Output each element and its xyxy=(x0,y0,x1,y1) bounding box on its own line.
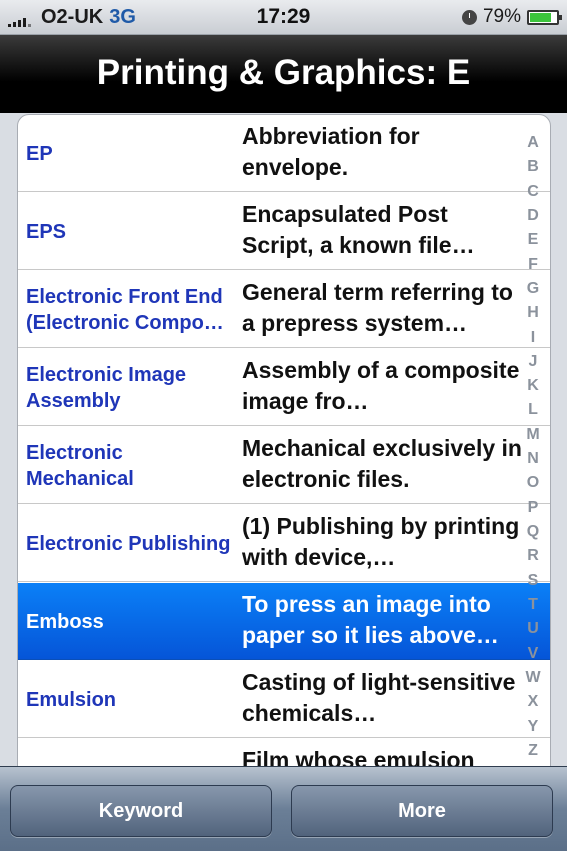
index-letter[interactable]: L xyxy=(528,402,538,418)
table-row[interactable]: EP Abbreviation for envelope. xyxy=(18,115,550,192)
term-label: Emboss xyxy=(26,610,104,633)
index-letter[interactable]: C xyxy=(527,183,539,200)
term-label: EPS xyxy=(26,220,67,243)
index-letter[interactable]: G xyxy=(527,280,539,297)
term-label: Electronic Publishing xyxy=(26,532,231,555)
status-bar: O2-UK 3G 17:29 79% xyxy=(0,0,567,35)
index-letter[interactable]: X xyxy=(528,694,539,710)
term-label: Electronic Mechanical xyxy=(26,441,134,490)
definition-label: To press an image into paper so it lies … xyxy=(242,591,499,648)
carrier-label: O2-UK xyxy=(41,6,104,28)
table-row[interactable]: Electronic Image Assembly Assembly of a c… xyxy=(18,349,550,426)
index-letter[interactable]: Z xyxy=(528,742,538,759)
alarm-icon xyxy=(461,9,477,25)
index-letter[interactable]: Y xyxy=(528,718,539,735)
page-title: Printing & Graphics: E xyxy=(96,53,471,92)
table-row[interactable]: Electronic Publishing (1) Publishing by p… xyxy=(18,505,550,582)
term-label: Electronic Front End (Electronic Compo… xyxy=(26,285,224,334)
table-row[interactable]: Electronic Mechanical Mechanical exclusiv… xyxy=(18,427,550,504)
term-label: Electronic Image Assembly xyxy=(26,363,187,412)
index-letter[interactable]: D xyxy=(527,207,539,224)
table-row[interactable]: EPS Encapsulated Post Script, a known fil… xyxy=(18,193,550,270)
index-letter[interactable]: V xyxy=(528,645,539,662)
index-letter[interactable]: F xyxy=(528,256,538,273)
index-letter[interactable]: O xyxy=(527,475,539,491)
term-label: EP xyxy=(26,142,53,165)
definition-label: Mechanical exclusively in electronic fil… xyxy=(242,435,522,492)
battery-percent: 79% xyxy=(482,6,521,27)
battery-fill xyxy=(530,12,551,22)
index-letter[interactable]: R xyxy=(527,548,539,564)
definition-label: (1) Publishing by printing with device,… xyxy=(242,513,520,570)
index-letter[interactable]: T xyxy=(528,596,538,613)
navigation-bar: Printing & Graphics: E xyxy=(0,35,567,113)
table-row[interactable]: Electronic Front End (Electronic Compo… G… xyxy=(18,271,550,348)
index-letter[interactable]: H xyxy=(527,305,539,321)
index-letter[interactable]: J xyxy=(529,353,538,370)
battery-icon xyxy=(527,9,562,25)
definition-label: Abbreviation for envelope. xyxy=(242,123,420,180)
definition-label: Encapsulated Post Script, a known file… xyxy=(242,201,475,258)
definition-label: General term referring to a prepress sys… xyxy=(242,279,513,336)
index-letter[interactable]: S xyxy=(528,572,539,589)
index-letter[interactable]: A xyxy=(527,135,539,151)
index-letter[interactable]: P xyxy=(528,499,539,516)
index-letter[interactable]: M xyxy=(526,426,539,443)
index-letter[interactable]: Q xyxy=(527,524,539,540)
more-button[interactable]: More xyxy=(291,785,553,837)
table-row[interactable]: Emulsion Film whose emulsion xyxy=(18,739,550,768)
definition-label: Casting of light-sensitive chemicals… xyxy=(242,669,516,726)
index-letter[interactable]: U xyxy=(527,621,539,637)
table-row[interactable]: Emboss To press an image into paper so it… xyxy=(18,583,550,660)
table-row[interactable]: Emulsion Casting of light-sensitive chemi… xyxy=(18,661,550,738)
term-label: Emulsion xyxy=(26,739,236,768)
term-label: Emulsion xyxy=(26,688,117,711)
status-left: O2-UK 3G xyxy=(8,6,136,29)
index-letter[interactable]: E xyxy=(528,232,539,248)
index-letter[interactable]: I xyxy=(531,329,535,346)
definition-label: Assembly of a composite image fro… xyxy=(242,357,520,414)
definition-label: Film whose emulsion xyxy=(242,747,475,768)
network-label: 3G xyxy=(109,6,136,28)
index-letter[interactable]: B xyxy=(527,159,539,175)
glossary-table[interactable]: EP Abbreviation for envelope. EPS Encapsula… xyxy=(17,114,551,768)
index-letter[interactable]: K xyxy=(527,378,539,394)
index-letter[interactable]: N xyxy=(527,451,539,467)
keyword-button[interactable]: Keyword xyxy=(10,785,272,837)
section-index[interactable]: ABCDEFGHIJKLMNOPQRSTUVWXYZ xyxy=(516,115,550,767)
status-right: 79% xyxy=(461,6,562,28)
bottom-toolbar: Keyword More xyxy=(0,766,567,851)
signal-icon xyxy=(8,9,31,27)
index-letter[interactable]: W xyxy=(525,669,540,686)
